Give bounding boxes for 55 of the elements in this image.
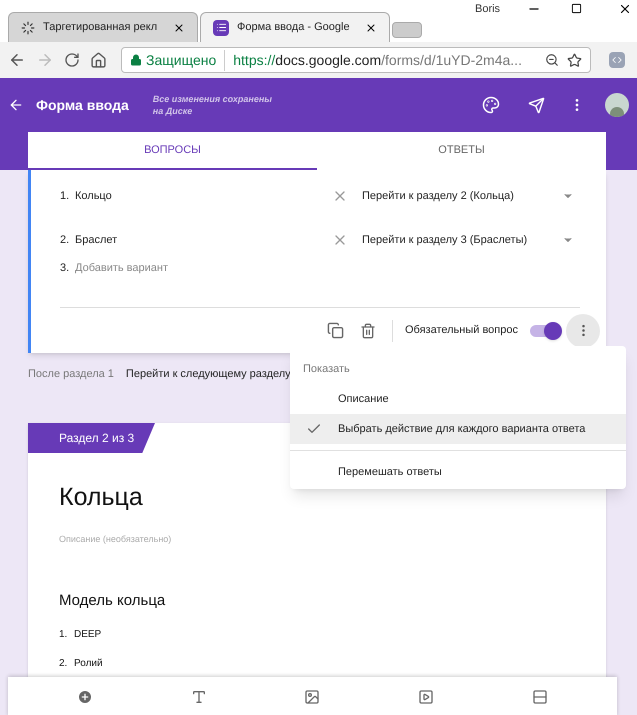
- option-label[interactable]: Браслет: [75, 232, 332, 248]
- section-badge: Раздел 2 из 3: [28, 423, 155, 453]
- palette-icon[interactable]: [482, 96, 500, 114]
- section-action-dropdown[interactable]: Перейти к следующему разделу: [126, 366, 291, 382]
- goto-dropdown[interactable]: Перейти к разделу 2 (Кольца): [362, 188, 580, 204]
- url-text: https://docs.google.com/forms/d/1uYD-2m4a...: [232, 50, 523, 70]
- option-number: 3.: [60, 260, 70, 276]
- reload-icon[interactable]: [64, 52, 80, 68]
- address-bar[interactable]: Защищено https://docs.google.com/forms/d/1uYD-2m4a...: [121, 47, 591, 73]
- goto-dropdown[interactable]: Перейти к разделу 3 (Браслеты): [362, 232, 580, 248]
- copy-icon[interactable]: [326, 322, 344, 339]
- menu-item[interactable]: Описание: [290, 384, 626, 414]
- star-icon[interactable]: [567, 52, 582, 68]
- option-number: 1.: [59, 628, 68, 642]
- send-icon[interactable]: [528, 96, 545, 114]
- question-title[interactable]: Модель кольца: [59, 590, 606, 612]
- video-icon[interactable]: [418, 689, 434, 705]
- menu-item[interactable]: Выбрать действие для каждого варианта ответа: [290, 414, 626, 444]
- option-number: 1.: [60, 188, 70, 204]
- close-icon[interactable]: [365, 22, 377, 34]
- avatar[interactable]: [605, 93, 629, 117]
- profile-name[interactable]: Boris: [475, 1, 500, 18]
- security-label: Защищено: [146, 50, 226, 70]
- image-icon[interactable]: [304, 689, 320, 705]
- home-icon[interactable]: [90, 52, 107, 68]
- trash-icon[interactable]: [360, 322, 376, 338]
- tab-title: Форма ввода - Google: [237, 20, 351, 36]
- back-icon[interactable]: [8, 51, 26, 69]
- save-status: Все изменения сохранены на Диске: [152, 93, 273, 117]
- loading-icon: [21, 20, 35, 34]
- option-label: Ролий: [74, 656, 103, 670]
- lock-icon: [130, 54, 142, 66]
- text-icon[interactable]: [190, 689, 207, 705]
- browser-tab[interactable]: Таргетированная рекл: [8, 12, 198, 42]
- required-label: Обязательный вопрос: [404, 323, 518, 338]
- option-number: 2.: [60, 232, 70, 248]
- option-number: 2.: [59, 656, 68, 670]
- browser-tab[interactable]: Форма ввода - Google: [200, 12, 390, 42]
- back-icon[interactable]: [8, 97, 24, 113]
- option-label[interactable]: Кольцо: [75, 188, 332, 204]
- close-icon[interactable]: [618, 2, 632, 16]
- maximize-icon[interactable]: [571, 3, 582, 14]
- tab-title: Таргетированная рекл: [43, 20, 158, 36]
- section-icon[interactable]: [532, 689, 548, 705]
- close-icon[interactable]: [173, 22, 185, 34]
- add-option-field[interactable]: Добавить вариант: [75, 260, 275, 276]
- menu-item[interactable]: Перемешать ответы: [290, 457, 626, 487]
- menu-header: Показать: [302, 362, 351, 377]
- forms-icon: [213, 20, 229, 36]
- form-title: Форма ввода: [36, 96, 129, 115]
- after-section-label: После раздела 1: [28, 366, 114, 382]
- zoom-icon[interactable]: [545, 53, 559, 67]
- add-icon[interactable]: [76, 689, 93, 705]
- form-tab[interactable]: ОТВЕТЫ: [317, 132, 606, 170]
- option-label: DEEP: [74, 628, 102, 642]
